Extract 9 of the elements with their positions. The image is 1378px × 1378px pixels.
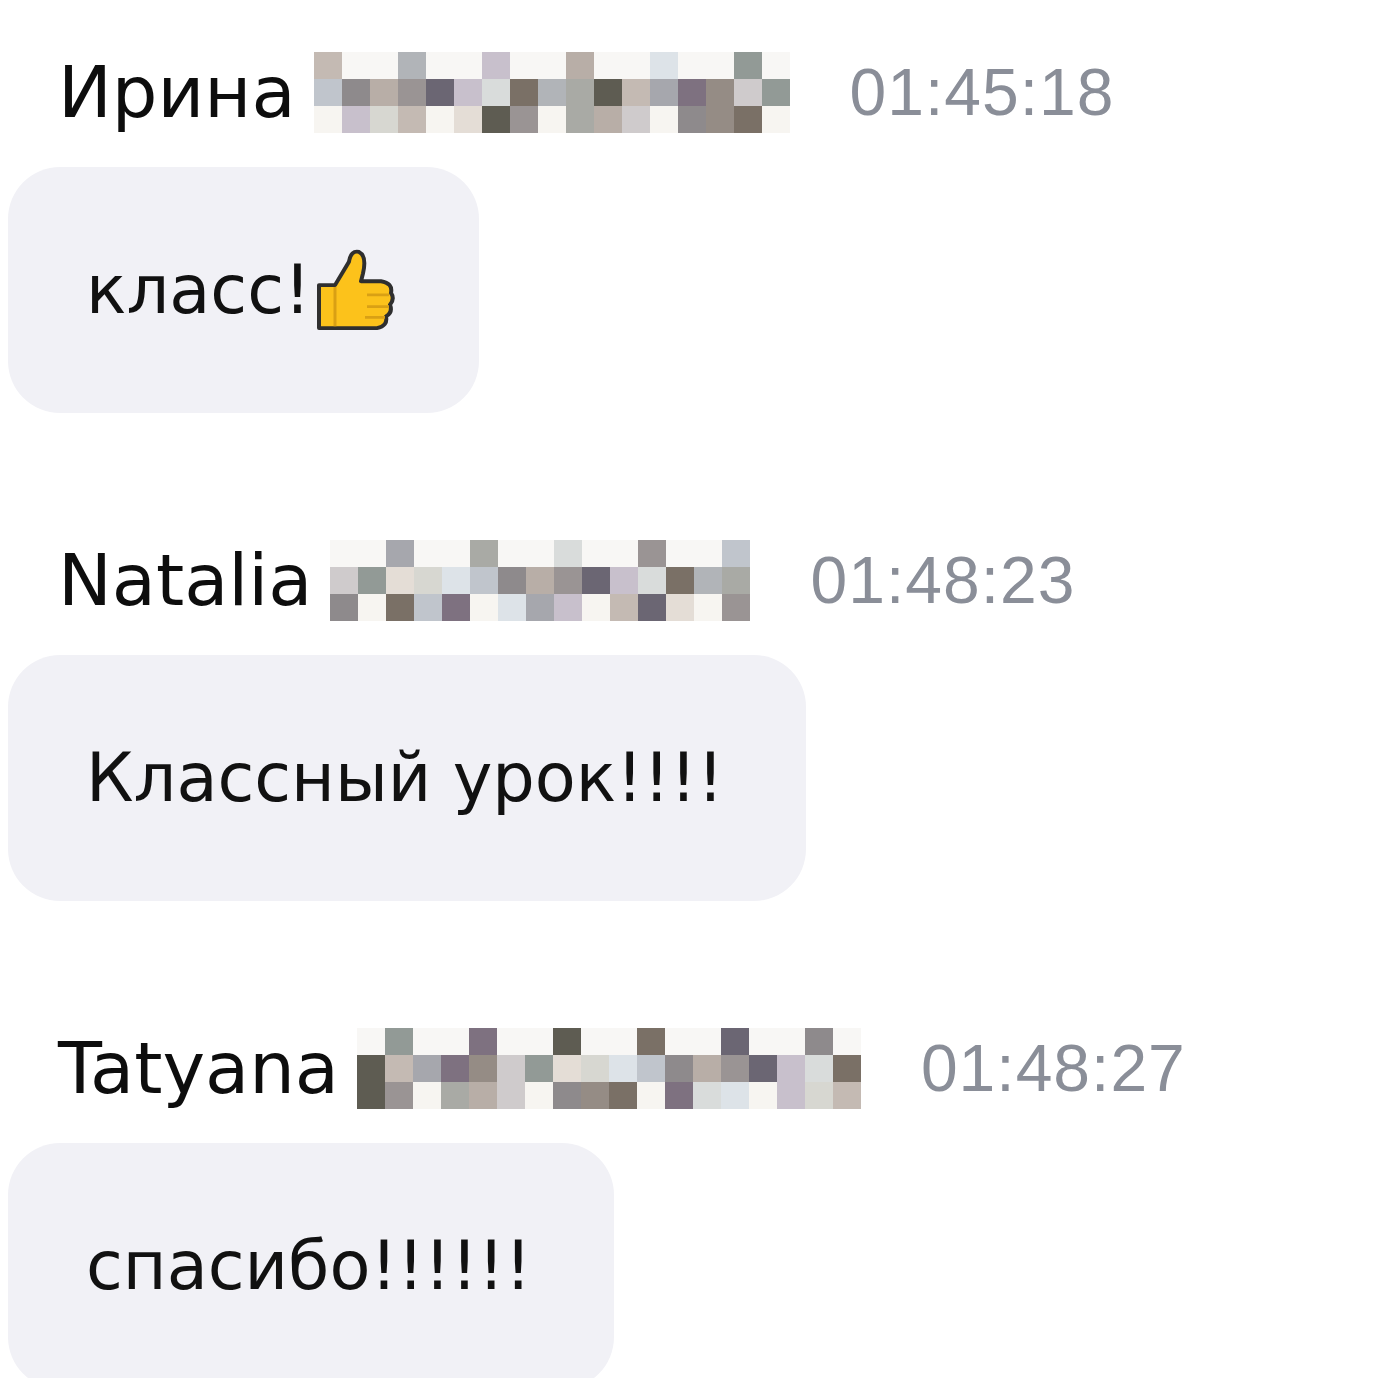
message-time: 01:45:18 [849,54,1115,131]
message-text: Классный урок!!!! [86,738,724,819]
message-text: спасибо!!!!!! [86,1226,532,1307]
message-text: класс! [86,250,311,331]
message-time: 01:48:27 [920,1030,1186,1107]
author-name: Tatyana [58,1025,339,1111]
author-name: Natalia [58,537,313,623]
author-name: Ирина [58,49,296,135]
message-time: 01:48:23 [810,542,1076,619]
